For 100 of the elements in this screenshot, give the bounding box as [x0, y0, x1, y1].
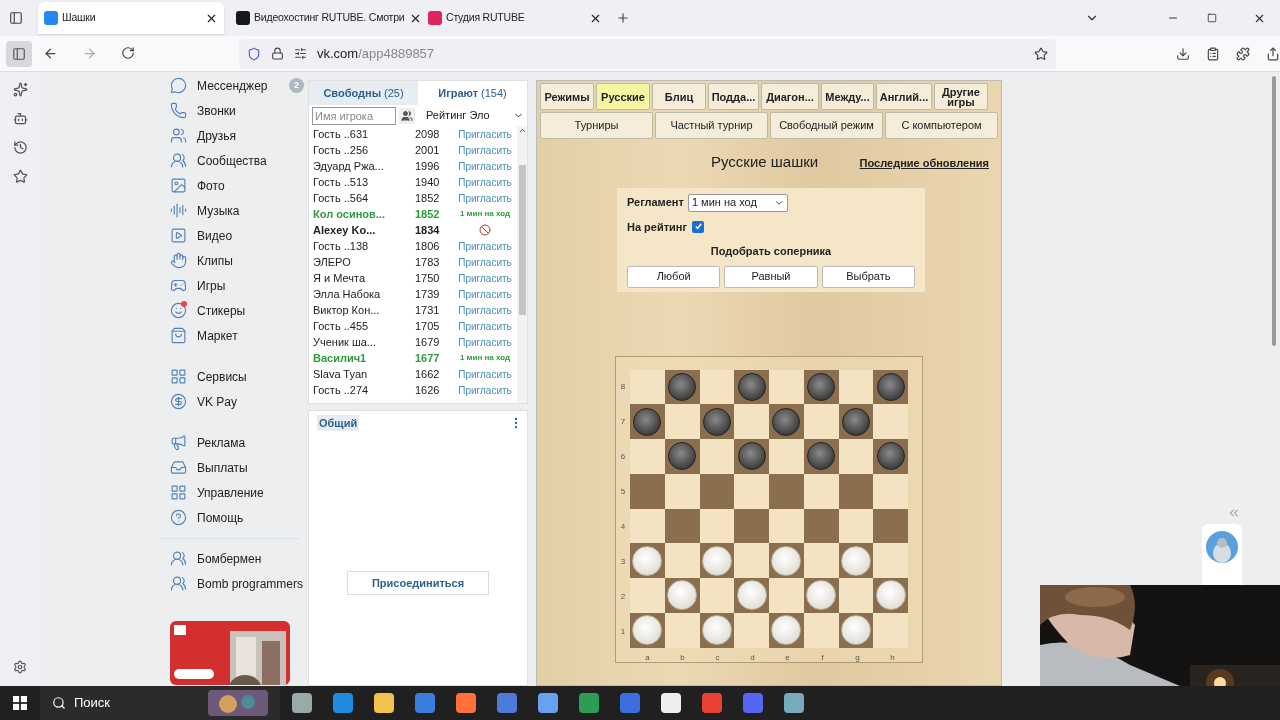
taskbar-app-icon[interactable]	[743, 693, 763, 713]
browser-tab[interactable]: Студия RUTUBE	[422, 2, 608, 34]
nav-item[interactable]: Сервисы	[160, 364, 308, 389]
history-icon[interactable]	[12, 140, 28, 155]
invite-link[interactable]: Пригласить	[458, 318, 512, 334]
nav-item[interactable]: Маркет	[160, 323, 308, 348]
nav-item[interactable]: Клипы	[160, 248, 308, 273]
variant-tab[interactable]: Подда...	[708, 83, 759, 110]
star-icon[interactable]	[12, 169, 28, 184]
bot-icon[interactable]	[12, 111, 28, 126]
mode-button[interactable]: Свободный режим	[770, 112, 883, 139]
chevron-up-icon[interactable]	[517, 126, 527, 135]
taskbar-app-icon[interactable]	[661, 693, 681, 713]
player-row[interactable]: Гость ..274 1626 Пригласить	[309, 382, 517, 398]
tab-list-icon[interactable]	[9, 11, 23, 25]
mode-button[interactable]: Частный турнир	[655, 112, 768, 139]
nav-item[interactable]: Игры	[160, 273, 308, 298]
variant-tab[interactable]: Русские	[596, 83, 650, 110]
puzzle-icon[interactable]	[1236, 46, 1250, 61]
settings-icon[interactable]	[13, 660, 27, 674]
taskbar-app-icon[interactable]	[456, 693, 476, 713]
player-row[interactable]: Slava Tyan 1662 Пригласить	[309, 366, 517, 382]
rated-checkbox[interactable]	[692, 220, 705, 233]
taskbar-app-icon[interactable]	[702, 693, 722, 713]
nav-item[interactable]: Фото	[160, 173, 308, 198]
invite-link[interactable]: Пригласить	[458, 270, 512, 286]
taskbar-app-icon[interactable]	[415, 693, 435, 713]
clipboard-icon[interactable]	[1206, 46, 1220, 61]
lock-icon[interactable]	[271, 47, 284, 60]
taskbar-search-field[interactable]: Поиск	[40, 686, 280, 720]
permissions-icon[interactable]	[294, 47, 307, 60]
sidebar-toggle-icon[interactable]	[6, 40, 33, 67]
maximize-icon[interactable]	[1207, 13, 1217, 23]
sparkles-icon[interactable]	[12, 82, 28, 97]
opponent-button[interactable]: Выбрать	[821, 265, 915, 288]
nav-item[interactable]: Стикеры	[160, 298, 308, 323]
player-search-field[interactable]: Имя игрока	[312, 106, 396, 125]
invite-link[interactable]: Пригласить	[458, 286, 512, 302]
variant-tab[interactable]: Другие игры	[934, 83, 988, 110]
taskbar-app-icon[interactable]	[538, 693, 558, 713]
mode-button[interactable]: С компьютером	[885, 112, 998, 139]
taskbar-app-icon[interactable]	[333, 693, 353, 713]
nav-item[interactable]: Видео	[160, 223, 308, 248]
player-tab[interactable]: Свободны (25)	[309, 81, 418, 105]
invite-link[interactable]: Пригласить	[458, 126, 512, 142]
updates-link[interactable]: Последние обновления	[859, 155, 989, 172]
join-button[interactable]: Присоединиться	[347, 571, 489, 595]
back-icon[interactable]	[43, 46, 58, 61]
invite-link[interactable]: Пригласить	[458, 142, 512, 158]
nav-item[interactable]: Выплаты	[160, 455, 308, 480]
nav-item[interactable]: Звонки	[160, 98, 308, 123]
opponent-button[interactable]: Равный	[724, 265, 818, 288]
invite-link[interactable]: Пригласить	[458, 366, 512, 382]
player-row[interactable]: Эдуард Ржа... 1996 Пригласить	[309, 158, 517, 174]
nav-item[interactable]: Мессенджер 2	[160, 73, 308, 98]
player-tab[interactable]: Играют (154)	[418, 81, 527, 105]
nav-item[interactable]: VK Pay	[160, 389, 308, 414]
invite-link[interactable]: Пригласить	[458, 254, 512, 270]
windows-icon[interactable]	[13, 696, 27, 710]
chat-tab[interactable]: Общий	[317, 414, 360, 432]
invite-link[interactable]: Пригласить	[458, 302, 512, 318]
people-icon[interactable]	[399, 107, 415, 124]
player-row[interactable]: Alexey Ko... 1834	[309, 222, 517, 238]
player-row[interactable]: Элла Набока 1739 Пригласить	[309, 286, 517, 302]
variant-tab[interactable]: Режимы	[540, 83, 594, 110]
player-row[interactable]: Гость ..138 1806 Пригласить	[309, 238, 517, 254]
variant-tab[interactable]: Между...	[821, 83, 874, 110]
taskbar-app-icon[interactable]	[784, 693, 804, 713]
new-tab-icon[interactable]	[616, 11, 630, 25]
taskbar-app-icon[interactable]	[497, 693, 517, 713]
player-row[interactable]: ЭЛЕРО 1783 Пригласить	[309, 254, 517, 270]
invite-link[interactable]: Пригласить	[458, 190, 512, 206]
player-row[interactable]: Гость ..631 2098 Пригласить	[309, 126, 517, 142]
opponent-button[interactable]: Любой	[627, 265, 721, 288]
share-icon[interactable]	[1266, 46, 1280, 61]
taskbar-app-icon[interactable]	[620, 693, 640, 713]
nav-item[interactable]: Сообщества	[160, 148, 308, 173]
browser-tab[interactable]: Шашки	[38, 2, 224, 34]
forward-icon[interactable]	[82, 46, 97, 61]
player-row[interactable]: Гость ..513 1940 Пригласить	[309, 174, 517, 190]
invite-link[interactable]: Пригласить	[458, 334, 512, 350]
download-icon[interactable]	[1176, 46, 1190, 61]
nav-item[interactable]: Помощь	[160, 505, 308, 530]
invite-link[interactable]: Пригласить	[458, 382, 512, 398]
player-row[interactable]: Гость ..564 1852 Пригласить	[309, 190, 517, 206]
browser-tab[interactable]: Видеохостинг RUTUBE. Смотри	[230, 2, 416, 34]
player-row[interactable]: Виктор Кон... 1731 Пригласить	[309, 302, 517, 318]
shield-icon[interactable]	[247, 46, 261, 61]
nav-item[interactable]: Музыка	[160, 198, 308, 223]
invite-link[interactable]: Пригласить	[458, 238, 512, 254]
scrollbar[interactable]	[517, 126, 527, 403]
nav-item[interactable]: Реклама	[160, 430, 308, 455]
reload-icon[interactable]	[121, 46, 135, 60]
player-row[interactable]: Василич1 1677 1 мин на ход	[309, 350, 517, 366]
address-bar[interactable]: vk.com/app4889857	[239, 38, 1056, 69]
nav-item[interactable]: Бомбермен	[160, 546, 300, 571]
variant-tab[interactable]: Диагон...	[761, 83, 819, 110]
time-control-dropdown[interactable]: 1 мин на ход	[687, 193, 788, 212]
player-row[interactable]: Ученик ша... 1679 Пригласить	[309, 334, 517, 350]
player-row[interactable]: Гость ..256 2001 Пригласить	[309, 142, 517, 158]
